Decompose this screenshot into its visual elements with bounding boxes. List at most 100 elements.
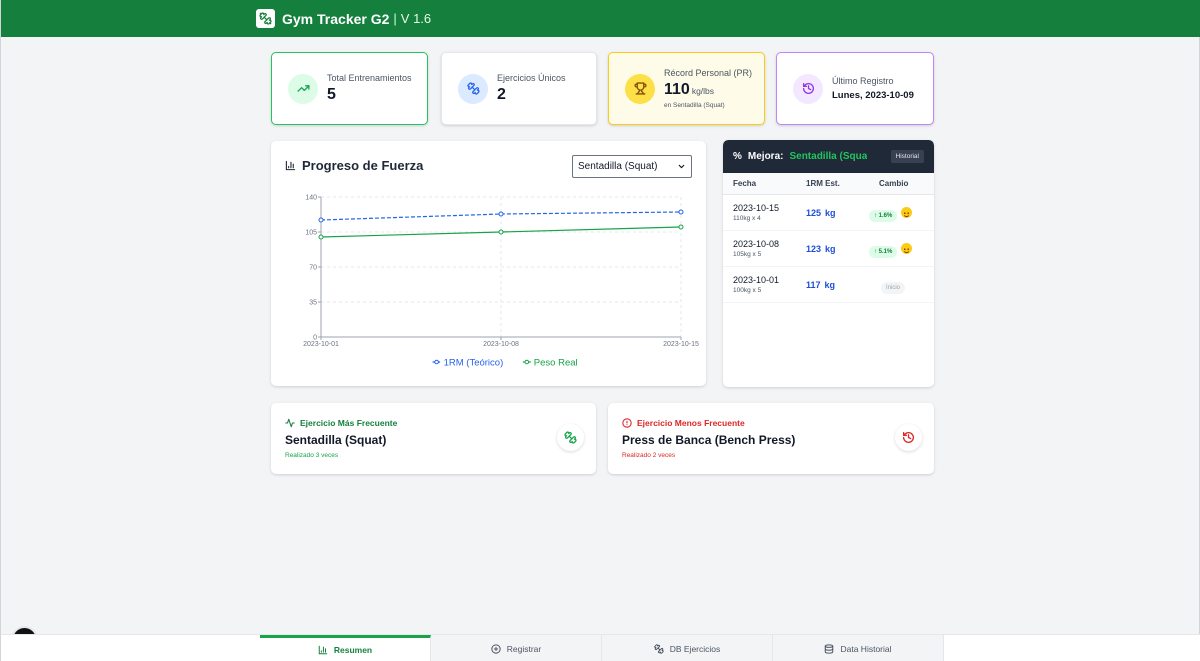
stat-card-total-workouts: Total Entrenamientos 5 [271, 52, 428, 125]
tab-resumen[interactable]: Resumen [260, 635, 431, 661]
orm-value: 125 [806, 207, 822, 218]
bar-chart-icon [318, 645, 328, 655]
history-icon [793, 73, 823, 104]
y-tick-label: 105 [305, 230, 317, 237]
strength-progress-card: Progreso de Fuerza Sentadilla (Squat) 03… [271, 141, 706, 386]
data-point-1-0 [318, 234, 324, 240]
stat-label: Último Registro [832, 76, 894, 86]
stat-label: Ejercicios Únicos [497, 73, 566, 83]
plus-circle-icon [491, 643, 501, 654]
history-icon[interactable] [895, 424, 922, 451]
trophy-icon [625, 73, 655, 104]
stat-card-unique-exercises: Ejercicios Únicos 2 [441, 52, 597, 125]
stat-value: 110 kg/lbs [664, 81, 752, 99]
tab-registrar[interactable]: Registrar [431, 635, 602, 661]
stat-label: Total Entrenamientos [327, 73, 412, 83]
activity-icon [285, 418, 295, 428]
change-badge: Inicio [881, 281, 906, 294]
change-badge: ↑ 5.1% [869, 245, 898, 258]
alert-circle-icon [622, 418, 632, 428]
legend-marker-0 [434, 359, 439, 365]
database-icon [825, 643, 834, 654]
tab-label: Registrar [506, 643, 542, 654]
least-frequent-tag-text: Ejercicio Menos Frecuente [637, 418, 745, 428]
most-frequent-tag: Ejercicio Más Frecuente [285, 418, 397, 428]
row-orm: 123 kg [806, 244, 836, 254]
strength-line-chart: 035701051402023-10-01 2023-10-08 2023-10-1… [303, 195, 699, 369]
orm-unit: kg [825, 243, 836, 254]
dumbbell-icon[interactable] [557, 424, 584, 451]
dumbbell-icon [654, 643, 664, 654]
data-point-1-1 [498, 229, 504, 235]
most-frequent-card: Ejercicio Más Frecuente Sentadilla (Squa… [271, 403, 596, 474]
most-frequent-tag-text: Ejercicio Más Frecuente [300, 418, 398, 428]
row-date: 2023-10-01 [733, 275, 780, 285]
history-title: Mejora: [747, 151, 784, 162]
history-exercise: Sentadilla (Squat) [789, 151, 868, 162]
stat-value: 2 [497, 86, 506, 103]
row-orm: 125 kg [806, 208, 836, 218]
trending-up-icon [288, 73, 318, 104]
stat-value: 5 [327, 86, 336, 103]
orm-unit: kg [825, 207, 836, 218]
x-tick-label: 2023-10-08 [483, 341, 519, 348]
dumbbell-logo-icon [256, 9, 275, 28]
change-badge: ↑ 1.6% [869, 209, 898, 222]
app-version: V 1.6 [400, 11, 432, 26]
smile-emoji-icon [901, 242, 913, 254]
most-frequent-count: Realizado 3 veces [285, 452, 339, 459]
title-separator: | [393, 11, 397, 26]
y-tick-label: 70 [309, 265, 317, 272]
smile-emoji-icon [901, 206, 913, 218]
col-orm: 1RM Est. [806, 179, 840, 188]
x-tick-label: 2023-10-01 [303, 341, 339, 348]
row-date: 2023-10-15 [733, 203, 780, 213]
tab-db-ejercicios[interactable]: DB Ejercicios [602, 635, 773, 661]
tab-label: Resumen [333, 645, 373, 655]
stat-card-personal-record: Récord Personal (PR) 110 kg/lbs en Sentad… [608, 52, 765, 125]
row-detail: 110kg x 4 [733, 215, 761, 222]
legend-marker-1 [524, 359, 530, 365]
stat-value: Lunes, 2023-10-09 [832, 90, 914, 101]
stat-card-last-record: Último Registro Lunes, 2023-10-09 [776, 52, 934, 125]
tab-label: Data Historial [840, 643, 892, 654]
pr-value: 110 [664, 81, 690, 98]
history-header: % Mejora: Sentadilla (Squat) Historial [723, 140, 934, 173]
col-date: Fecha [733, 179, 757, 188]
x-tick-label: 2023-10-15 [663, 341, 699, 348]
data-point-0-2 [678, 209, 684, 215]
orm-value: 123 [806, 243, 822, 254]
least-frequent-count: Realizado 2 veces [622, 452, 676, 459]
dumbbell-icon [458, 73, 488, 104]
most-frequent-name: Sentadilla (Squat) [285, 433, 387, 447]
legend-label-0: 1RM (Teórico) [444, 358, 504, 369]
pr-exercise: en Sentadilla (Squat) [664, 102, 725, 109]
row-detail: 105kg x 5 [733, 251, 762, 258]
legend-label-1: Peso Real [534, 358, 578, 369]
orm-unit: kg [824, 279, 836, 290]
row-orm: 117 kg [806, 280, 835, 290]
table-row: 2023-10-08 105kg x 5 123 kg ↑ 5.1% [723, 231, 934, 267]
history-button[interactable]: Historial [890, 150, 924, 163]
percent-icon: % [733, 151, 742, 162]
app-header: Gym Tracker G2 | V 1.6 [1, 0, 1200, 37]
table-row: 2023-10-15 110kg x 4 125 kg ↑ 1.6% [723, 195, 934, 231]
least-frequent-card: Ejercicio Menos Frecuente Press de Banca… [608, 403, 934, 474]
tab-data-historial[interactable]: Data Historial [773, 635, 944, 661]
improvement-history-card: % Mejora: Sentadilla (Squat) Historial F… [723, 140, 934, 387]
y-tick-label: 140 [305, 195, 317, 202]
table-row: 2023-10-01 100kg x 5 117 kg Inicio [723, 267, 934, 303]
data-point-0-1 [498, 211, 504, 217]
y-tick-label: 35 [309, 300, 317, 307]
tab-label: DB Ejercicios [669, 643, 721, 654]
data-point-1-2 [678, 224, 684, 230]
data-point-0-0 [318, 217, 324, 223]
orm-value: 117 [806, 279, 821, 290]
row-detail: 100kg x 5 [733, 287, 762, 294]
stat-label: Récord Personal (PR) [664, 68, 753, 78]
row-date: 2023-10-08 [733, 239, 780, 249]
app-title: Gym Tracker G2 [282, 10, 390, 27]
pr-unit: kg/lbs [691, 86, 715, 96]
col-change: Cambio [879, 179, 909, 188]
least-frequent-tag: Ejercicio Menos Frecuente [622, 418, 745, 428]
